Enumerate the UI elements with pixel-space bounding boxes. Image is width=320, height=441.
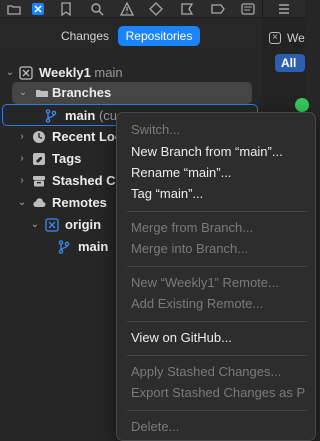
stash-box-icon xyxy=(31,173,47,189)
status-indicator xyxy=(295,98,309,112)
menu-item-merge-into[interactable]: Merge into Branch... xyxy=(131,240,248,258)
test-diamond-icon[interactable] xyxy=(148,1,164,17)
branch-icon xyxy=(56,239,72,255)
menu-item-delete[interactable]: Delete... xyxy=(131,418,179,436)
repo-row[interactable]: ⌄ Weekly1 main xyxy=(0,62,262,84)
menu-separator xyxy=(127,211,307,212)
recent-locations-label: Recent Loc xyxy=(52,129,123,144)
search-icon[interactable] xyxy=(89,1,105,17)
branches-group-row[interactable]: ⌄ Branches xyxy=(12,82,252,104)
chevron-down-icon[interactable]: ⌄ xyxy=(18,86,28,100)
menu-item-new-remote[interactable]: New “Weekly1” Remote... xyxy=(131,274,279,292)
branch-icon xyxy=(43,108,59,124)
branch-context-menu: Switch... New Branch from “main”... Rena… xyxy=(116,112,316,441)
menu-item-new-branch[interactable]: New Branch from “main”... xyxy=(131,143,283,161)
branches-label: Branches xyxy=(52,85,112,100)
remote-repository-icon xyxy=(44,217,60,233)
menu-item-merge-from[interactable]: Merge from Branch... xyxy=(131,219,253,237)
editor-tab[interactable]: × Wee xyxy=(263,24,305,54)
chevron-right-icon[interactable]: › xyxy=(17,152,27,166)
menu-item-tag[interactable]: Tag “main”... xyxy=(131,185,203,203)
tags-label: Tags xyxy=(52,151,82,166)
remotes-cloud-icon xyxy=(31,195,47,211)
chevron-right-icon[interactable]: › xyxy=(17,174,27,188)
changes-tab[interactable]: Changes xyxy=(54,26,116,46)
repository-icon xyxy=(18,65,34,81)
chevron-down-icon[interactable]: ⌄ xyxy=(30,218,40,232)
filter-all-button[interactable]: All xyxy=(275,54,305,72)
chevron-right-icon[interactable]: › xyxy=(17,130,27,144)
stashed-changes-label: Stashed C xyxy=(52,173,116,188)
remote-main-label: main xyxy=(78,239,109,254)
report-icon[interactable] xyxy=(240,1,256,17)
editor-tab-label: Wee xyxy=(287,31,305,45)
navigator-toolbar xyxy=(0,0,305,18)
remotes-label: Remotes xyxy=(52,195,107,210)
menu-separator xyxy=(127,321,307,322)
current-branch-suffix: (cu xyxy=(98,108,118,123)
clock-icon xyxy=(31,129,47,145)
tag-icon xyxy=(31,151,47,167)
menu-item-add-remote[interactable]: Add Existing Remote... xyxy=(131,295,263,313)
menu-item-view-on-github[interactable]: View on GitHub... xyxy=(131,329,232,347)
pane-divider[interactable] xyxy=(262,0,263,18)
menu-item-switch[interactable]: Switch... xyxy=(131,121,180,139)
branches-folder-icon xyxy=(34,85,50,101)
bookmark-icon[interactable] xyxy=(58,1,74,17)
menu-item-export-stashed[interactable]: Export Stashed Changes as P xyxy=(131,384,305,402)
menu-item-apply-stashed[interactable]: Apply Stashed Changes... xyxy=(131,363,281,381)
branch-main-label: main xyxy=(65,108,96,123)
origin-label: origin xyxy=(65,217,102,232)
menu-separator xyxy=(127,266,307,267)
repositories-tab[interactable]: Repositories xyxy=(118,26,200,46)
warning-icon[interactable] xyxy=(119,1,135,17)
repo-name: Weekly1 xyxy=(39,65,91,80)
navigator-segmented-control: Changes Repositories xyxy=(0,18,262,52)
chevron-down-icon[interactable]: ⌄ xyxy=(17,196,27,210)
menu-separator xyxy=(127,410,307,411)
breakpoint-icon[interactable] xyxy=(210,1,226,17)
repo-current-branch: main xyxy=(94,65,123,80)
debug-icon[interactable] xyxy=(179,1,195,17)
close-tab-icon[interactable]: × xyxy=(269,32,281,44)
chevron-down-icon[interactable]: ⌄ xyxy=(5,66,15,80)
list-icon[interactable] xyxy=(276,1,292,17)
source-control-icon[interactable] xyxy=(30,1,46,17)
menu-item-rename[interactable]: Rename “main”... xyxy=(131,164,231,182)
folder-icon[interactable] xyxy=(6,1,22,17)
menu-separator xyxy=(127,355,307,356)
